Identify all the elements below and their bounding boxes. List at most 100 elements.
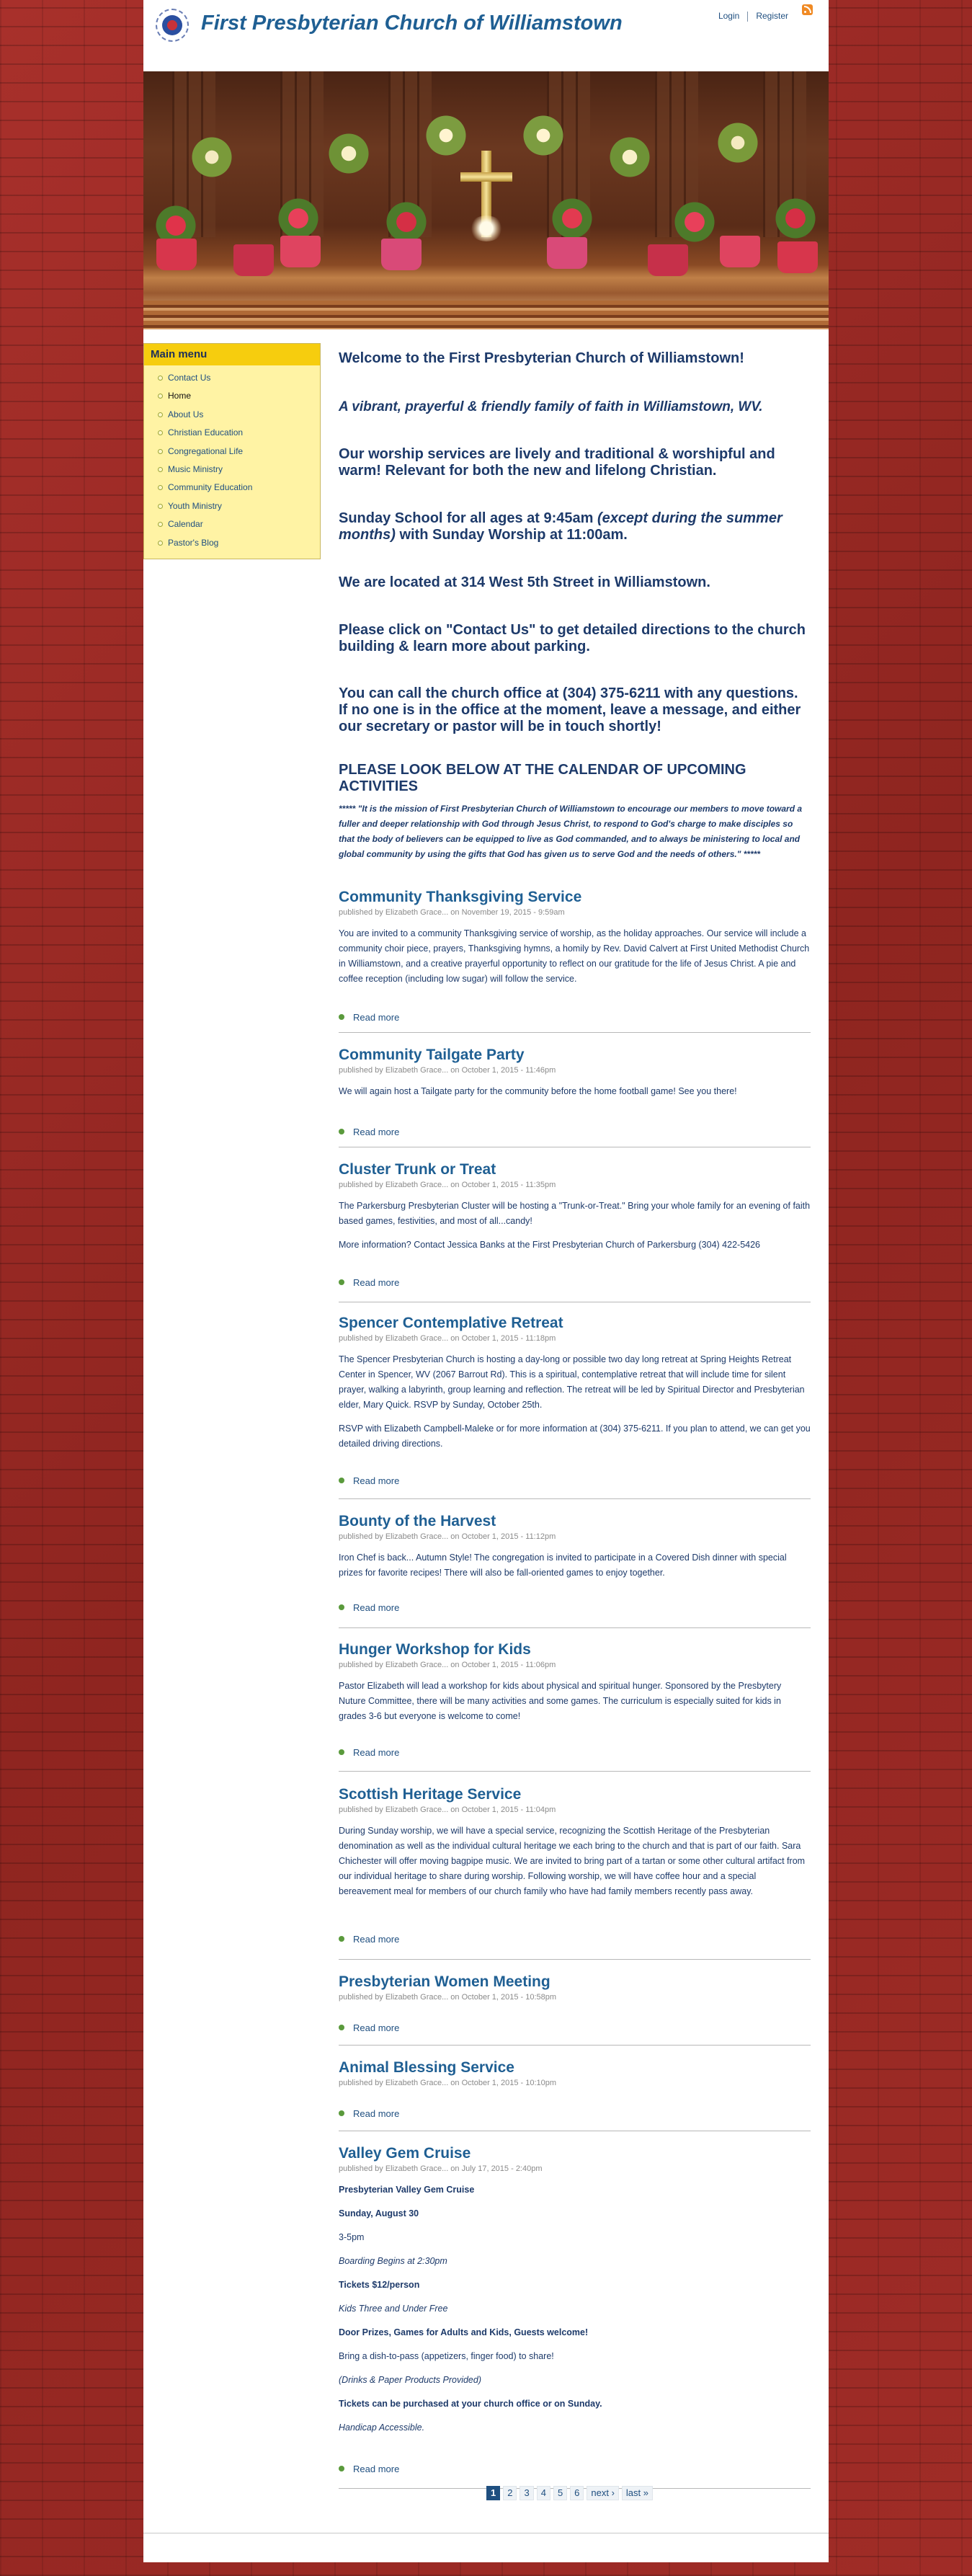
page-6-link[interactable]: 6 (570, 2486, 584, 2500)
call-office-text: You can call the church office at (304) … (339, 685, 801, 734)
read-more-link[interactable]: Read more (338, 1127, 399, 1137)
post-body: During Sunday worship, we will have a sp… (339, 1824, 811, 1899)
mission-statement: ***** "It is the mission of First Presby… (339, 804, 803, 859)
menu-item-home[interactable]: Home (144, 391, 320, 409)
post-paragraph: The Spencer Presbyterian Church is hosti… (339, 1354, 805, 1410)
lily-plant (713, 122, 763, 164)
post-meta: published by Elizabeth Grace... on Octob… (339, 1066, 556, 1075)
page-2-link[interactable]: 2 (503, 2486, 517, 2500)
cruise-line: Sunday, August 30 (339, 2208, 419, 2219)
schedule-sunday-school: Sunday School for all ages at 9:45am (339, 510, 598, 526)
post-title[interactable]: Hunger Workshop for Kids (339, 1641, 811, 1658)
post: Community Tailgate Party published by El… (338, 1047, 811, 1147)
post-paragraph: RSVP with Elizabeth Campbell-Maleke or f… (339, 1424, 811, 1449)
post-title[interactable]: Scottish Heritage Service (339, 1786, 811, 1803)
page-5-link[interactable]: 5 (553, 2486, 568, 2500)
post-title[interactable]: Valley Gem Cruise (339, 2145, 811, 2162)
cruise-line: Boarding Begins at 2:30pm (339, 2256, 447, 2266)
post-body: You are invited to a community Thanksgiv… (339, 926, 811, 987)
post-body: Iron Chef is back... Autumn Style! The c… (339, 1550, 811, 1581)
next-page-link[interactable]: next › (587, 2486, 619, 2500)
site-name[interactable]: First Presbyterian Church of Williamstow… (201, 12, 623, 35)
post: Scottish Heritage Service published by E… (338, 1786, 811, 1960)
post-paragraph: Iron Chef is back... Autumn Style! The c… (339, 1553, 787, 1578)
post-meta: published by Elizabeth Grace... on Octob… (339, 1661, 556, 1669)
menu-item-congregational-life[interactable]: Congregational Life (144, 446, 320, 464)
read-more-link[interactable]: Read more (338, 2108, 399, 2119)
flower-plant (669, 201, 720, 243)
flower-pot (777, 241, 818, 273)
flower-plant (770, 197, 821, 239)
flower-pot (381, 239, 422, 270)
post-title[interactable]: Presbyterian Women Meeting (339, 1973, 811, 1991)
candle-light (469, 216, 504, 241)
cruise-line: Tickets $12/person (339, 2280, 420, 2290)
menu-item-contact-us[interactable]: Contact Us (144, 373, 320, 391)
read-more-link[interactable]: Read more (338, 1747, 399, 1758)
post-meta: published by Elizabeth Grace... on Octob… (339, 2079, 557, 2087)
post-title[interactable]: Community Tailgate Party (339, 1047, 811, 1064)
post-paragraph: Pastor Elizabeth will lead a workshop fo… (339, 1681, 782, 1721)
rss-feed-icon[interactable] (802, 4, 813, 15)
post-body: Pastor Elizabeth will lead a workshop fo… (339, 1679, 811, 1724)
cruise-line: (Drinks & Paper Products Provided) (339, 2375, 481, 2385)
page-container: First Presbyterian Church of Williamstow… (143, 0, 829, 2562)
post-title[interactable]: Cluster Trunk or Treat (339, 1161, 811, 1178)
read-more-link[interactable]: Read more (338, 2022, 399, 2033)
main-menu-list: Contact Us Home About Us Christian Educa… (144, 365, 320, 556)
welcome-heading: Welcome to the First Presbyterian Church… (339, 350, 744, 366)
menu-item-pastors-blog[interactable]: Pastor's Blog (144, 538, 320, 556)
post-body: We will again host a Tailgate party for … (339, 1084, 811, 1099)
read-more-link[interactable]: Read more (338, 1934, 399, 1945)
cruise-line: Tickets can be purchased at your church … (339, 2399, 602, 2409)
last-page-link[interactable]: last » (621, 2486, 653, 2500)
read-more-link[interactable]: Read more (338, 2464, 399, 2474)
cruise-line: Presbyterian Valley Gem Cruise (339, 2185, 475, 2195)
menu-item-music-ministry[interactable]: Music Ministry (144, 464, 320, 482)
menu-item-about-us[interactable]: About Us (144, 409, 320, 427)
post-meta: published by Elizabeth Grace... on Octob… (339, 1993, 557, 2002)
page-3-link[interactable]: 3 (520, 2486, 534, 2500)
login-link[interactable]: Login (718, 11, 739, 21)
read-more-link[interactable]: Read more (338, 1475, 399, 1486)
post-title[interactable]: Community Thanksgiving Service (339, 889, 811, 906)
post-title[interactable]: Animal Blessing Service (339, 2059, 811, 2077)
site-header: First Presbyterian Church of Williamstow… (143, 0, 829, 71)
read-more-link[interactable]: Read more (338, 1012, 399, 1023)
flower-plant (273, 197, 324, 239)
lily-plant (605, 136, 655, 178)
page-1-current: 1 (486, 2486, 501, 2500)
menu-item-calendar[interactable]: Calendar (144, 519, 320, 537)
post: Cluster Trunk or Treat published by Eliz… (338, 1161, 811, 1302)
menu-item-christian-education[interactable]: Christian Education (144, 427, 320, 445)
cruise-line: Kids Three and Under Free (339, 2304, 448, 2314)
flower-pot (280, 236, 321, 267)
lily-plant (324, 133, 374, 174)
flower-pot (233, 244, 274, 276)
post: Animal Blessing Service published by Eli… (338, 2059, 811, 2131)
lily-plant (187, 136, 237, 178)
church-logo[interactable] (156, 9, 189, 42)
post: Hunger Workshop for Kids published by El… (338, 1641, 811, 1772)
read-more-link[interactable]: Read more (338, 1602, 399, 1613)
schedule-worship: with Sunday Worship at 11:00am. (395, 527, 628, 543)
flower-pot (547, 237, 587, 269)
flower-pot (156, 239, 197, 270)
post: Presbyterian Women Meeting published by … (338, 1973, 811, 2046)
flower-plant (547, 197, 597, 239)
post-meta: published by Elizabeth Grace... on July … (339, 2164, 543, 2173)
menu-item-youth-ministry[interactable]: Youth Ministry (144, 501, 320, 519)
schedule-text: Sunday School for all ages at 9:45am (ex… (339, 510, 811, 543)
register-link[interactable]: Register (756, 11, 788, 21)
post: Spencer Contemplative Retreat published … (338, 1315, 811, 1499)
menu-item-community-education[interactable]: Community Education (144, 482, 320, 500)
post-body: The Parkersburg Presbyterian Cluster wil… (339, 1199, 811, 1253)
post-paragraph: During Sunday worship, we will have a sp… (339, 1826, 806, 1896)
calendar-heading: PLEASE LOOK BELOW AT THE CALENDAR OF UPC… (339, 762, 746, 794)
page-4-link[interactable]: 4 (536, 2486, 550, 2500)
post-title[interactable]: Spencer Contemplative Retreat (339, 1315, 811, 1332)
post: Bounty of the Harvest published by Eliza… (338, 1513, 811, 1628)
flower-pot (648, 244, 688, 276)
read-more-link[interactable]: Read more (338, 1277, 399, 1288)
post-title[interactable]: Bounty of the Harvest (339, 1513, 811, 1530)
